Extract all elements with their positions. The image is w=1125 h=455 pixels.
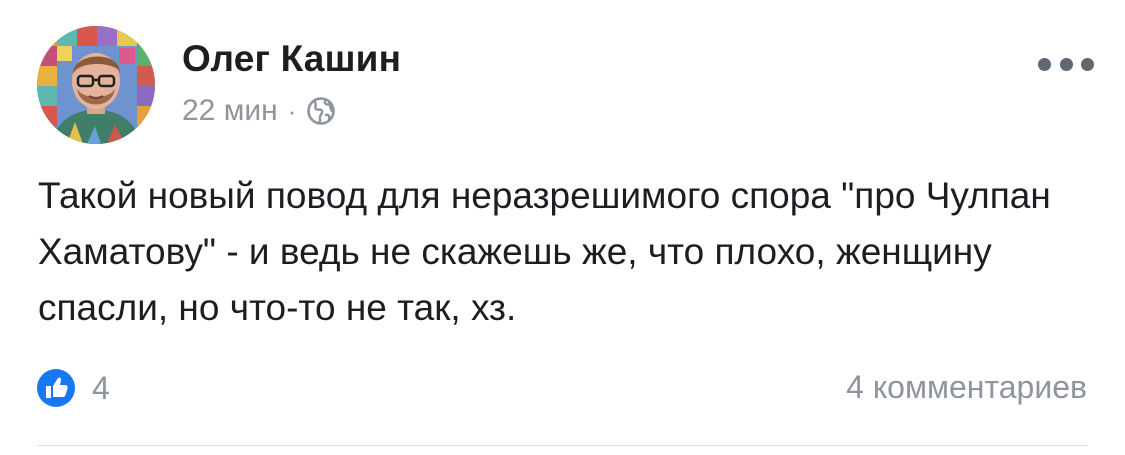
more-dot: [1038, 57, 1051, 71]
more-dot: [1059, 57, 1073, 71]
reactions-summary[interactable]: 4: [36, 368, 110, 408]
like-icon: [37, 369, 75, 407]
post-text: Такой новый повод для неразрешимого спор…: [38, 175, 1051, 328]
like-count: 4: [92, 369, 110, 406]
author-avatar[interactable]: [37, 26, 155, 144]
author-name[interactable]: Олег Кашин: [182, 38, 401, 80]
post-card: Олег Кашин 22 мин · Такой новый повод дл…: [0, 0, 1125, 455]
post-time[interactable]: 22 мин: [182, 94, 278, 128]
post-meta: 22 мин ·: [182, 94, 336, 128]
more-options-icon[interactable]: [1038, 52, 1094, 76]
globe-icon[interactable]: [306, 96, 336, 126]
meta-separator: ·: [287, 96, 297, 126]
comments-count-link[interactable]: 4 комментариев: [846, 369, 1087, 406]
more-dot: [1081, 57, 1094, 71]
divider: [38, 445, 1087, 446]
avatar-photo: [37, 26, 155, 144]
